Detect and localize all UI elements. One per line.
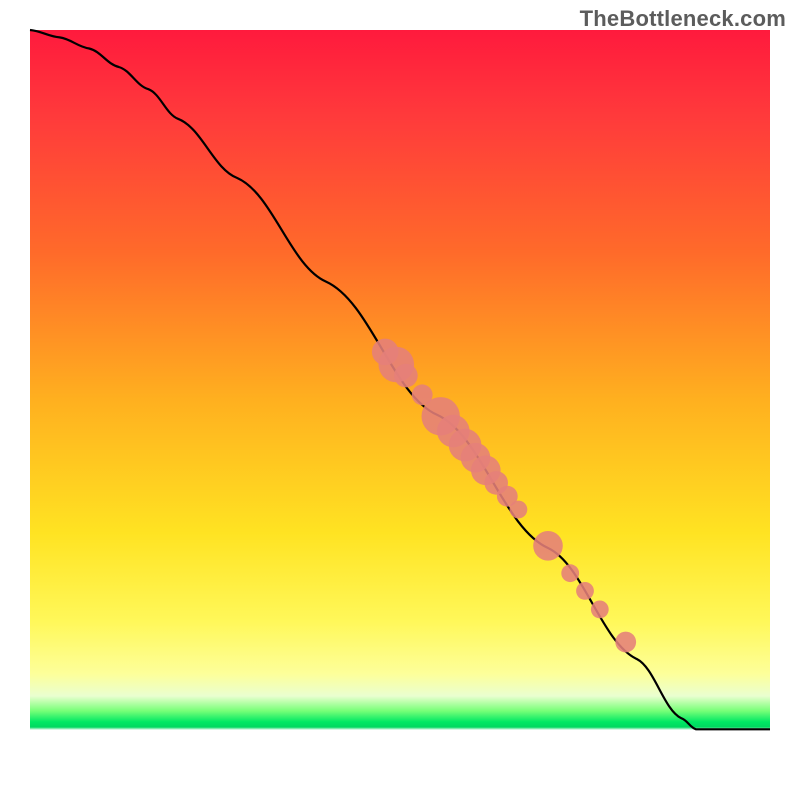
- data-point-marker: [591, 601, 609, 619]
- data-point-marker: [533, 531, 563, 561]
- chart-container: TheBottleneck.com: [0, 0, 800, 800]
- marker-group: [372, 339, 636, 653]
- data-point-marker: [615, 632, 636, 653]
- data-point-marker: [576, 582, 594, 600]
- data-point-marker: [394, 364, 418, 388]
- plot-area: [30, 30, 770, 770]
- data-point-marker: [510, 501, 528, 519]
- watermark-text: TheBottleneck.com: [580, 6, 786, 32]
- chart-svg: [30, 30, 770, 770]
- data-point-marker: [561, 564, 579, 582]
